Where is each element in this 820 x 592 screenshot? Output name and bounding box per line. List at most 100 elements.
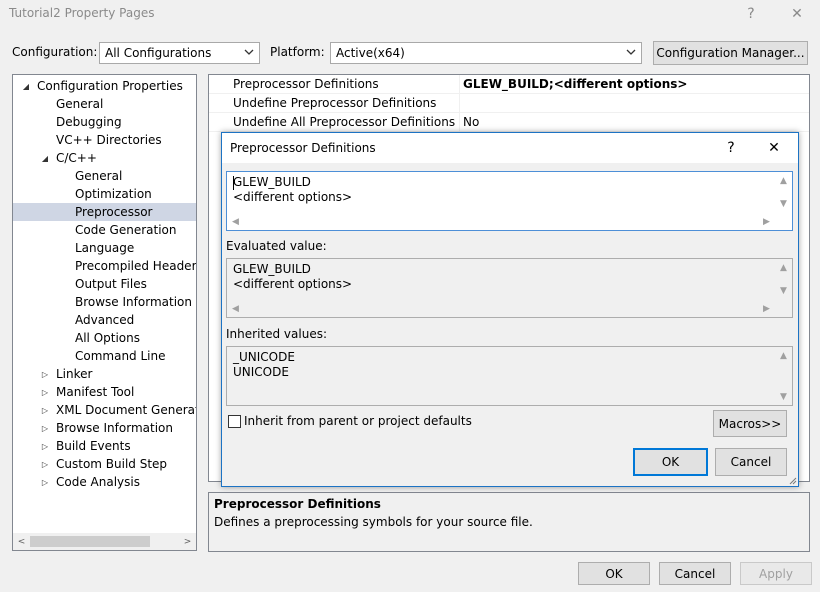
- expand-arrow-icon[interactable]: ▷: [40, 423, 50, 433]
- inherited-line: _UNICODE: [233, 350, 295, 364]
- dialog-close-button[interactable]: ✕: [762, 136, 786, 160]
- scroll-right-icon[interactable]: >: [179, 533, 196, 550]
- definitions-line: GLEW_BUILD: [233, 175, 311, 189]
- tree-item[interactable]: VC++ Directories: [13, 131, 196, 149]
- scroll-right-icon[interactable]: ▶: [758, 213, 775, 230]
- tree-item-label: Preprocessor: [75, 205, 153, 219]
- preprocessor-definitions-dialog: Preprocessor Definitions ? ✕ GLEW_BUILD …: [221, 132, 799, 487]
- property-tree[interactable]: ◢ Configuration Properties General Debuggin…: [12, 74, 197, 551]
- dialog-cancel-button[interactable]: Cancel: [715, 448, 787, 476]
- tree-item-label: Build Events: [56, 439, 131, 453]
- expand-arrow-icon[interactable]: ▷: [40, 459, 50, 469]
- window-title: Tutorial2 Property Pages: [9, 6, 155, 20]
- configuration-manager-button[interactable]: Configuration Manager...: [653, 41, 808, 65]
- tree-item[interactable]: ▷ Code Analysis: [13, 473, 196, 491]
- property-row[interactable]: Undefine All Preprocessor Definitions No: [209, 113, 809, 132]
- platform-label: Platform:: [270, 45, 325, 59]
- tree-item[interactable]: General: [13, 95, 196, 113]
- property-value[interactable]: GLEW_BUILD;<different options>: [463, 77, 688, 91]
- tree-item[interactable]: Precompiled Headers: [13, 257, 196, 275]
- collapse-arrow-icon[interactable]: ◢: [40, 153, 50, 163]
- configuration-dropdown[interactable]: All Configurations: [99, 42, 260, 64]
- scroll-right-icon[interactable]: ▶: [758, 300, 775, 317]
- scrollbar-thumb[interactable]: [30, 536, 150, 547]
- tree-item[interactable]: Language: [13, 239, 196, 257]
- tree-item[interactable]: ▷ Build Events: [13, 437, 196, 455]
- tree-item[interactable]: Output Files: [13, 275, 196, 293]
- scroll-left-icon[interactable]: ◀: [227, 300, 244, 317]
- tree-horizontal-scrollbar[interactable]: < >: [13, 533, 196, 550]
- tree-item[interactable]: ◢ C/C++: [13, 149, 196, 167]
- tree-item[interactable]: Optimization: [13, 185, 196, 203]
- property-value[interactable]: No: [463, 115, 479, 129]
- scroll-down-icon[interactable]: ▼: [775, 282, 792, 299]
- tree-item[interactable]: ▷ Browse Information: [13, 419, 196, 437]
- tree-item[interactable]: ▷ Manifest Tool: [13, 383, 196, 401]
- tree-item-label: General: [56, 97, 104, 111]
- tree-item-label: Output Files: [75, 277, 147, 291]
- column-divider: [459, 75, 460, 94]
- resize-grip-icon[interactable]: [789, 477, 797, 485]
- tree-item[interactable]: Code Generation: [13, 221, 196, 239]
- tree-item[interactable]: Advanced: [13, 311, 196, 329]
- tree-item-label: C/C++: [56, 151, 97, 165]
- property-row[interactable]: Undefine Preprocessor Definitions: [209, 94, 809, 113]
- inherited-values-box[interactable]: _UNICODE UNICODE ▲ ▼: [226, 346, 793, 406]
- ok-button[interactable]: OK: [578, 562, 650, 585]
- dialog-title: Preprocessor Definitions: [230, 141, 376, 155]
- description-title: Preprocessor Definitions: [214, 497, 381, 511]
- expand-arrow-icon[interactable]: ▷: [40, 441, 50, 451]
- help-button[interactable]: ?: [738, 2, 764, 26]
- apply-button[interactable]: Apply: [740, 562, 812, 585]
- inherit-checkbox-label[interactable]: Inherit from parent or project defaults: [244, 414, 472, 428]
- property-row[interactable]: Preprocessor Definitions GLEW_BUILD;<diff…: [209, 75, 809, 94]
- evaluated-value-box[interactable]: GLEW_BUILD <different options> ▲ ▼ ◀ ▶: [226, 258, 793, 318]
- property-name: Undefine All Preprocessor Definitions: [233, 115, 456, 129]
- tree-item-label: Optimization: [75, 187, 152, 201]
- expand-arrow-icon[interactable]: ▷: [40, 477, 50, 487]
- dialog-help-button[interactable]: ?: [719, 136, 743, 160]
- scroll-down-icon[interactable]: ▼: [775, 195, 792, 212]
- scroll-left-icon[interactable]: <: [13, 533, 30, 550]
- inherit-checkbox[interactable]: [228, 415, 241, 428]
- scroll-left-icon[interactable]: ◀: [227, 213, 244, 230]
- tree-item-label: VC++ Directories: [56, 133, 162, 147]
- description-panel: Preprocessor Definitions Defines a prepr…: [208, 492, 810, 552]
- help-icon: ?: [747, 6, 755, 22]
- collapse-arrow-icon[interactable]: ◢: [21, 81, 31, 91]
- platform-dropdown[interactable]: Active(x64): [330, 42, 642, 64]
- tree-item[interactable]: Command Line: [13, 347, 196, 365]
- tree-item[interactable]: ▷ XML Document Generator: [13, 401, 196, 419]
- macros-button[interactable]: Macros>>: [713, 410, 787, 437]
- dialog-titlebar: Preprocessor Definitions ? ✕: [222, 133, 798, 163]
- scroll-down-icon[interactable]: ▼: [775, 388, 792, 405]
- column-divider: [459, 94, 460, 113]
- tree-item[interactable]: General: [13, 167, 196, 185]
- expand-arrow-icon[interactable]: ▷: [40, 405, 50, 415]
- cancel-button[interactable]: Cancel: [659, 562, 731, 585]
- tree-item-label: Browse Information: [75, 295, 192, 309]
- tree-item-label: Manifest Tool: [56, 385, 135, 399]
- tree-item[interactable]: All Options: [13, 329, 196, 347]
- inherited-line: UNICODE: [233, 365, 289, 379]
- scroll-up-icon[interactable]: ▲: [775, 347, 792, 364]
- evaluated-value-label: Evaluated value:: [226, 239, 327, 253]
- dialog-ok-button[interactable]: OK: [633, 448, 708, 476]
- expand-arrow-icon[interactable]: ▷: [40, 369, 50, 379]
- tree-item[interactable]: ▷ Linker: [13, 365, 196, 383]
- chevron-down-icon: [244, 49, 254, 55]
- scroll-up-icon[interactable]: ▲: [775, 259, 792, 276]
- tree-item-label: Language: [75, 241, 135, 255]
- scroll-up-icon[interactable]: ▲: [775, 172, 792, 189]
- property-name: Undefine Preprocessor Definitions: [233, 96, 437, 110]
- tree-item-label: Command Line: [75, 349, 166, 363]
- close-button[interactable]: ✕: [784, 2, 810, 26]
- tree-item[interactable]: Browse Information: [13, 293, 196, 311]
- tree-item[interactable]: ▷ Custom Build Step: [13, 455, 196, 473]
- tree-item[interactable]: ◢ Configuration Properties: [13, 77, 196, 95]
- expand-arrow-icon[interactable]: ▷: [40, 387, 50, 397]
- tree-item[interactable]: Preprocessor: [13, 203, 196, 221]
- tree-item-label: XML Document Generator: [56, 403, 197, 417]
- definitions-textarea[interactable]: GLEW_BUILD <different options> ▲ ▼ ◀ ▶: [226, 171, 793, 231]
- tree-item[interactable]: Debugging: [13, 113, 196, 131]
